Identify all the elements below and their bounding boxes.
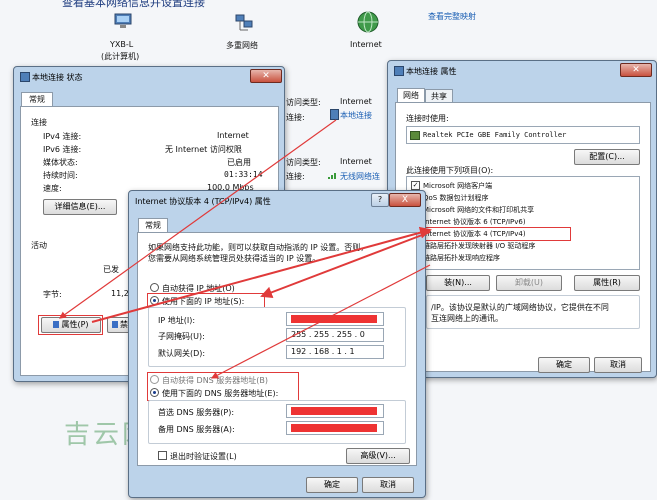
arrow-to-dns	[210, 264, 431, 379]
annotation-arrows	[59, 119, 432, 379]
arrow-properties-to-manual-ip	[260, 231, 431, 299]
arrow-status-to-properties	[91, 226, 432, 323]
arrow-lan-to-status	[59, 119, 337, 319]
